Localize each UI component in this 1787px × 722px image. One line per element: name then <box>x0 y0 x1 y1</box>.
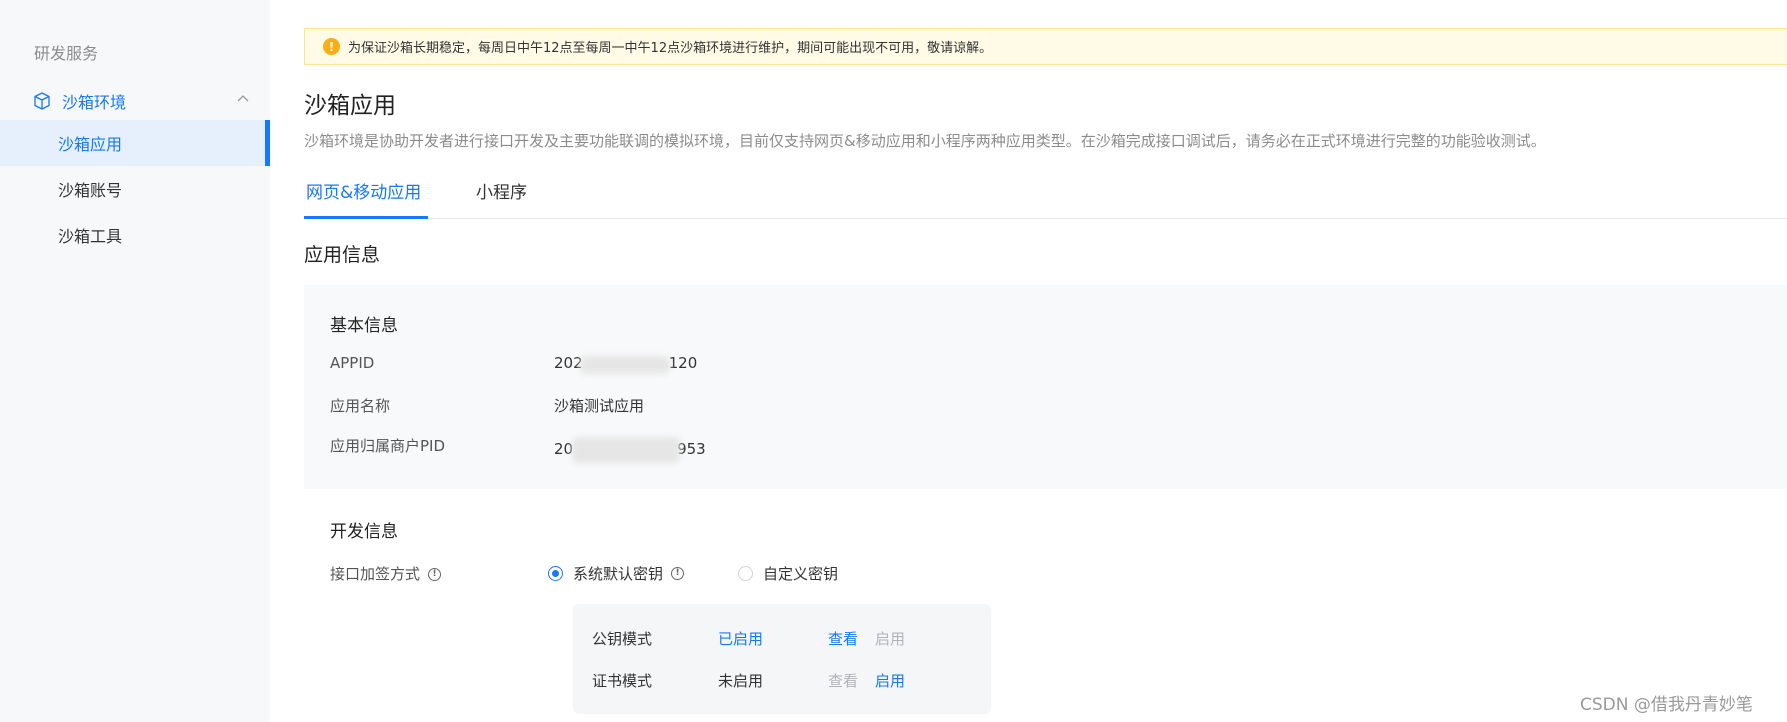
redaction-blur <box>580 356 670 374</box>
sidebar-parent-label: 沙箱环境 <box>62 93 127 112</box>
pid-value-end: 953 <box>677 440 706 458</box>
sidebar-item-label: 沙箱账号 <box>58 181 123 200</box>
dev-info-title: 开发信息 <box>330 522 398 542</box>
sidebar-item-sandbox-tools[interactable]: 沙箱工具 <box>0 212 270 258</box>
info-icon[interactable]: ! <box>428 568 442 581</box>
appid-value-end: 120 <box>668 354 698 372</box>
radio-custom-key[interactable]: 自定义密钥 <box>738 563 838 584</box>
radio-label: 自定义密钥 <box>763 565 839 583</box>
info-icon[interactable]: ! <box>671 567 685 580</box>
enable-cert-link[interactable]: 启用 <box>875 670 905 691</box>
view-public-key-link[interactable]: 查看 <box>828 628 858 649</box>
basic-info-title: 基本信息 <box>330 316 398 336</box>
page-description: 沙箱环境是协助开发者进行接口开发及主要功能联调的模拟环境，目前仅支持网页&移动应… <box>304 132 1546 150</box>
sidebar-group-label: 研发服务 <box>34 44 99 63</box>
radio-system-default-key[interactable]: 系统默认密钥 ! <box>548 563 685 584</box>
redaction-blur <box>572 437 680 463</box>
section-title-app-info: 应用信息 <box>304 244 381 266</box>
pid-value-start: 20 <box>554 440 574 458</box>
sidebar-item-label: 沙箱应用 <box>58 135 123 154</box>
sidebar: 研发服务 沙箱环境 沙箱应用 沙箱账号 沙箱工具 <box>0 0 270 722</box>
tab-active-indicator <box>304 216 428 219</box>
appid-value-start: 202 <box>554 354 583 372</box>
mode-name: 公钥模式 <box>592 630 653 648</box>
tab-bar: 网页&移动应用 小程序 <box>304 174 1787 219</box>
radio-label: 系统默认密钥 <box>573 565 664 583</box>
key-mode-panel: 公钥模式 已启用 查看 启用 证书模式 未启用 查看 启用 <box>573 604 991 714</box>
view-cert-link: 查看 <box>828 672 859 690</box>
app-name-value: 沙箱测试应用 <box>554 397 645 415</box>
enable-public-key-link: 启用 <box>875 630 906 648</box>
sidebar-item-sandbox-account[interactable]: 沙箱账号 <box>0 166 270 212</box>
radio-button-checked[interactable] <box>548 566 563 581</box>
mode-name: 证书模式 <box>592 672 653 690</box>
maintenance-notice: ! 为保证沙箱长期稳定，每周日中午12点至每周一中午12点沙箱环境进行维护，期间… <box>304 28 1787 65</box>
page-title: 沙箱应用 <box>304 93 396 119</box>
basic-info-card: 基本信息 APPID 202 120 应用名称 沙箱测试应用 应用归属商户PID … <box>304 285 1787 489</box>
warning-icon: ! <box>323 38 340 55</box>
notice-text: 为保证沙箱长期稳定，每周日中午12点至每周一中午12点沙箱环境进行维护，期间可能… <box>348 41 993 56</box>
sidebar-item-sandbox-app[interactable]: 沙箱应用 <box>0 120 270 166</box>
sidebar-item-sandbox-env[interactable]: 沙箱环境 <box>0 82 270 120</box>
sidebar-item-label: 沙箱工具 <box>58 227 123 246</box>
tab-web-mobile[interactable]: 网页&移动应用 <box>306 178 421 203</box>
mode-status-disabled: 未启用 <box>718 672 764 690</box>
watermark: CSDN @借我丹青妙笔 <box>1580 695 1753 715</box>
merchant-pid-label: 应用归属商户PID <box>330 437 446 455</box>
tab-mini-program[interactable]: 小程序 <box>476 178 527 203</box>
sign-method-label-text: 接口加签方式 <box>330 565 421 583</box>
sign-method-label: 接口加签方式! <box>330 563 442 584</box>
app-name-label: 应用名称 <box>330 397 391 415</box>
cube-icon <box>34 92 50 110</box>
chevron-up-icon[interactable] <box>236 92 250 106</box>
radio-button-unchecked[interactable] <box>738 566 753 581</box>
appid-label: APPID <box>330 354 375 372</box>
mode-status-enabled: 已启用 <box>718 630 764 648</box>
